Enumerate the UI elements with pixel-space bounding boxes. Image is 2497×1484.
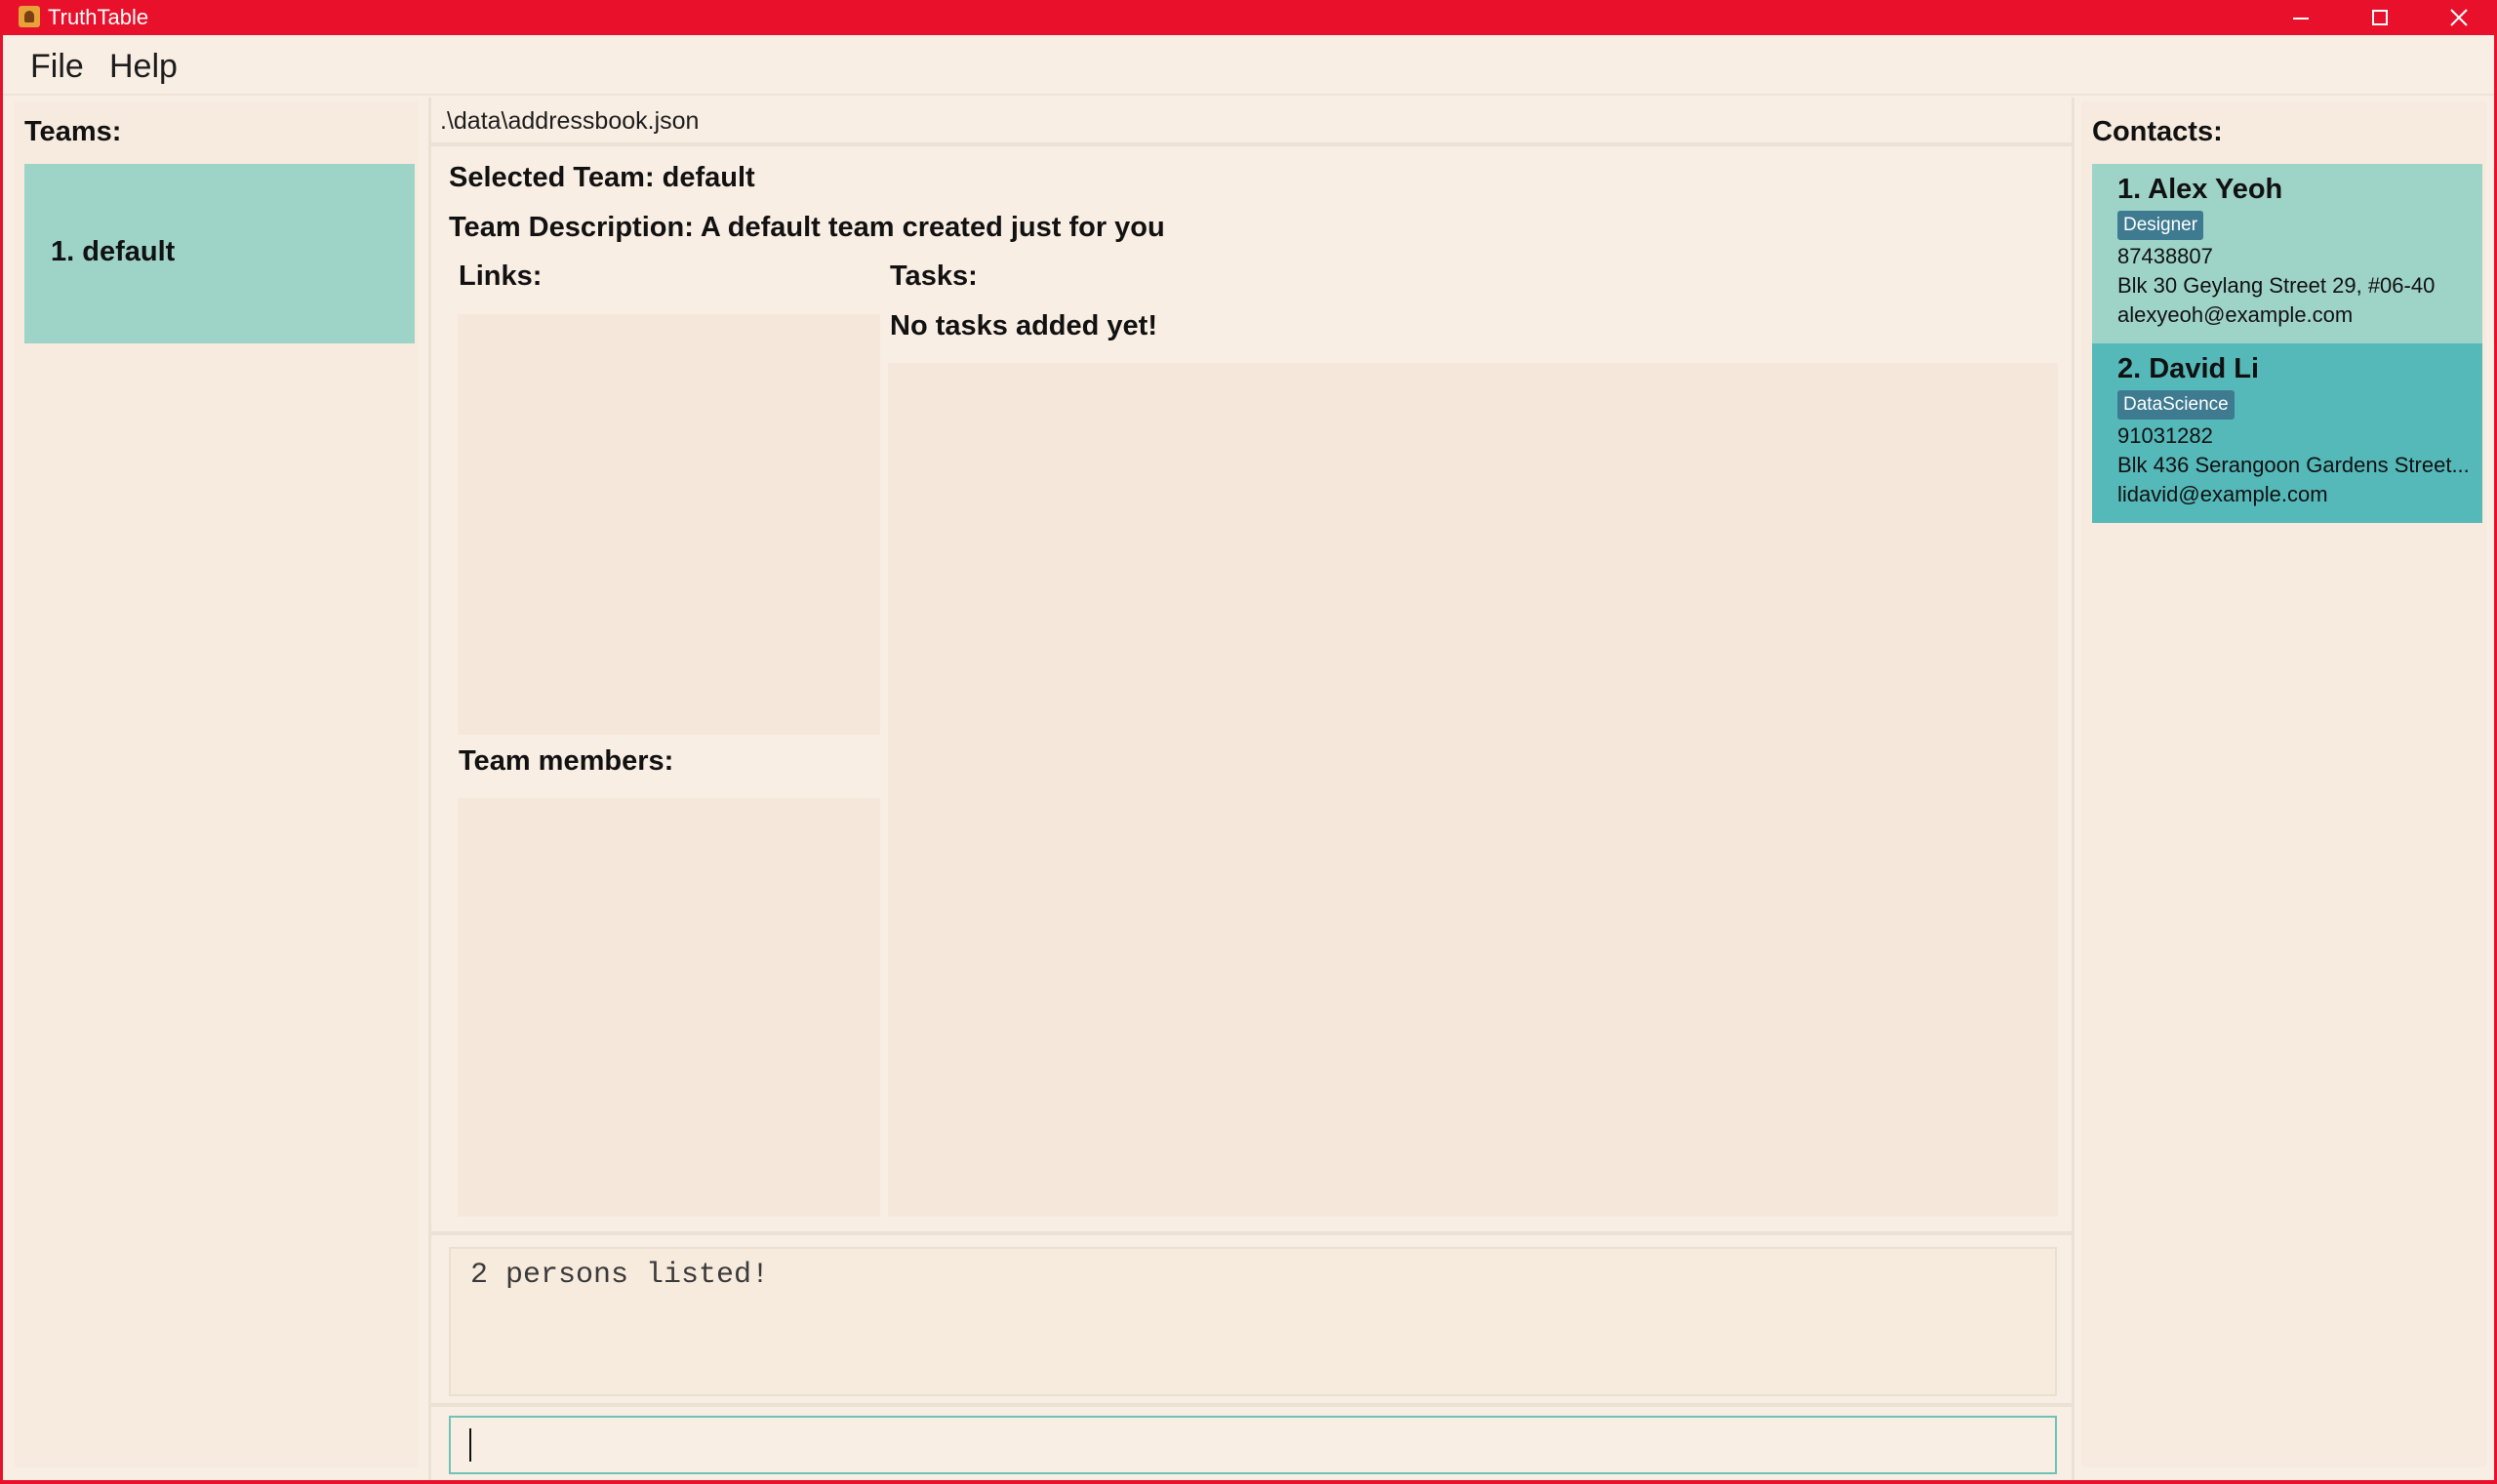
divider bbox=[431, 142, 2072, 146]
contact-phone: 91031282 bbox=[2117, 423, 2213, 448]
teams-heading: Teams: bbox=[24, 116, 122, 147]
contact-tag: Designer bbox=[2117, 211, 2204, 240]
contact-name: 1. Alex Yeoh bbox=[2117, 174, 2283, 205]
text-caret bbox=[469, 1428, 471, 1462]
team-description: Team Description: A default team created… bbox=[449, 212, 1165, 243]
panel-divider[interactable] bbox=[2072, 98, 2074, 1480]
contact-card[interactable]: 2. David Li DataScience 91031282 Blk 436… bbox=[2092, 343, 2482, 523]
contact-email: lidavid@example.com bbox=[2117, 482, 2328, 506]
team-members-heading: Team members: bbox=[459, 745, 674, 777]
no-tasks-message: No tasks added yet! bbox=[890, 310, 1157, 341]
window-title: TruthTable bbox=[48, 5, 149, 29]
close-icon bbox=[2450, 9, 2468, 26]
divider bbox=[431, 1403, 2072, 1407]
team-card[interactable]: 1. default bbox=[24, 164, 415, 343]
team-members-list[interactable] bbox=[458, 798, 880, 1217]
app-window: File Help Teams: 1. default .\data\addre… bbox=[3, 35, 2494, 1480]
tasks-heading: Tasks: bbox=[890, 261, 978, 292]
command-input[interactable] bbox=[449, 1416, 2057, 1474]
links-heading: Links: bbox=[459, 261, 543, 292]
links-list[interactable] bbox=[458, 314, 880, 735]
contacts-panel: Contacts: 1. Alex Yeoh Designer 87438807… bbox=[2081, 101, 2486, 1467]
panel-divider[interactable] bbox=[428, 98, 431, 1480]
tasks-list[interactable] bbox=[888, 363, 2058, 1217]
contact-address: Blk 436 Serangoon Gardens Street... bbox=[2117, 453, 2470, 477]
menu-help[interactable]: Help bbox=[109, 47, 178, 86]
result-display[interactable]: 2 persons listed! bbox=[449, 1247, 2057, 1396]
team-card-label: 1. default bbox=[51, 236, 176, 267]
menu-bar: File Help bbox=[3, 35, 2494, 96]
menu-file[interactable]: File bbox=[30, 47, 84, 86]
contact-card[interactable]: 1. Alex Yeoh Designer 87438807 Blk 30 Ge… bbox=[2092, 164, 2482, 343]
app-icon bbox=[19, 6, 40, 27]
contact-phone: 87438807 bbox=[2117, 244, 2213, 268]
divider bbox=[431, 1231, 2072, 1235]
contact-email: alexyeoh@example.com bbox=[2117, 302, 2354, 327]
contacts-heading: Contacts: bbox=[2092, 116, 2223, 147]
selected-team: Selected Team: default bbox=[449, 162, 755, 193]
contact-address: Blk 30 Geylang Street 29, #06-40 bbox=[2117, 273, 2436, 298]
maximize-icon bbox=[2372, 10, 2388, 25]
minimize-icon bbox=[2293, 18, 2309, 20]
close-button[interactable] bbox=[2420, 0, 2497, 35]
result-text: 2 persons listed! bbox=[470, 1259, 770, 1292]
minimize-button[interactable] bbox=[2262, 0, 2340, 35]
contact-name: 2. David Li bbox=[2117, 353, 2260, 384]
teams-panel: Teams: 1. default bbox=[15, 101, 419, 1467]
file-path: .\data\addressbook.json bbox=[440, 107, 700, 135]
title-bar: TruthTable bbox=[0, 0, 2497, 35]
contact-tag: DataScience bbox=[2117, 390, 2235, 420]
maximize-button[interactable] bbox=[2341, 0, 2419, 35]
